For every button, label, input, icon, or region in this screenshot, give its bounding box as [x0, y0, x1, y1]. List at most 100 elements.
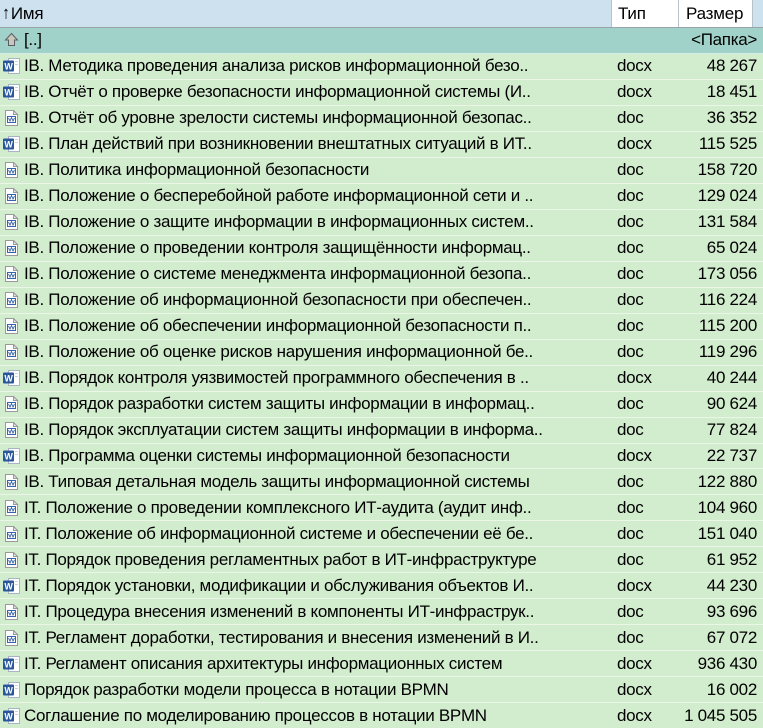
file-type: doc — [617, 290, 644, 310]
word-doc-icon — [3, 525, 20, 542]
column-headers: ↑ Имя Тип Размер — [0, 0, 763, 28]
word-doc-icon — [3, 291, 20, 309]
file-name: IB. Положение об информационной безопасн… — [24, 290, 532, 310]
file-name-cell: W IB. Методика проведения анализа рисков … — [0, 56, 611, 76]
file-row[interactable]: IB. Типовая детальная модель защиты инфо… — [0, 469, 763, 496]
file-row[interactable]: IB. Порядок эксплуатации систем защиты и… — [0, 417, 763, 444]
folder-up-icon — [3, 32, 20, 48]
file-row[interactable]: W Порядок разработки модели процесса в но… — [0, 677, 763, 704]
file-type: doc — [617, 523, 644, 543]
file-row[interactable]: IT. Порядок проведения регламентных рабо… — [0, 547, 763, 574]
word-doc-icon — [3, 213, 20, 231]
word-doc-icon — [3, 265, 20, 283]
word-doc-icon — [3, 187, 20, 205]
column-header-name[interactable]: ↑ Имя — [0, 0, 611, 27]
file-row[interactable]: IT. Положение о проведении комплексного … — [0, 495, 763, 522]
file-row[interactable]: IB. Положение об оценке рисков нарушения… — [0, 339, 763, 366]
file-name: Порядок разработки модели процесса в нот… — [24, 679, 449, 699]
file-name: IT. Порядок проведения регламентных рабо… — [24, 549, 537, 569]
file-name-cell: W IT. Порядок установки, модификации и об… — [0, 576, 611, 596]
svg-text:W: W — [4, 711, 13, 721]
file-size: 936 430 — [697, 653, 758, 673]
file-size: 173 056 — [697, 264, 758, 284]
file-row[interactable]: W IB. План действий при возникновении вне… — [0, 131, 763, 158]
file-row[interactable]: W Соглашение по моделированию процессов в… — [0, 703, 763, 728]
file-name-cell: IT. Регламент доработки, тестирования и … — [0, 628, 611, 648]
column-header-name-label: Имя — [10, 3, 44, 23]
file-name: IB. Положение о проведении контроля защи… — [24, 238, 531, 258]
file-size: 158 720 — [697, 160, 758, 180]
file-name-cell: W IT. Регламент описания архитектуры инфо… — [0, 654, 611, 674]
file-name-cell: W IB. Отчёт о проверке безопасности инфор… — [0, 82, 611, 102]
file-size: 93 696 — [706, 601, 758, 621]
file-name-cell: IB. Положение об обеспечении информацион… — [0, 316, 611, 336]
file-type: doc — [617, 264, 644, 284]
word-doc-icon — [3, 499, 20, 516]
file-name-cell: W IB. Программа оценки системы информацио… — [0, 446, 611, 466]
file-name: IT. Положение о проведении комплексного … — [24, 497, 532, 517]
file-row[interactable]: W IT. Порядок установки, модификации и об… — [0, 573, 763, 600]
file-type: doc — [617, 394, 644, 414]
file-type: docx — [617, 679, 652, 699]
file-row[interactable]: IB. Положение о бесперебойной работе инф… — [0, 183, 763, 210]
file-size: 115 200 — [698, 316, 757, 336]
file-type: docx — [617, 705, 652, 725]
file-row[interactable]: W IB. Порядок контроля уязвимостей програ… — [0, 365, 763, 392]
header-endcap — [752, 0, 763, 27]
file-row[interactable]: W IB. Программа оценки системы информацио… — [0, 443, 763, 470]
file-name: IB. Отчёт о проверке безопасности информ… — [24, 82, 531, 102]
word-doc-icon — [3, 473, 20, 490]
word-docx-icon: W — [3, 681, 20, 698]
file-row[interactable]: W IT. Регламент описания архитектуры инфо… — [0, 651, 763, 678]
file-name-cell: IB. Положение об оценке рисков нарушения… — [0, 342, 611, 362]
column-header-type[interactable]: Тип — [611, 0, 678, 27]
word-docx-icon: W — [3, 577, 20, 594]
file-row[interactable]: IB. Положение о защите информации в инфо… — [0, 209, 763, 236]
file-row[interactable]: IT. Процедура внесения изменений в компо… — [0, 599, 763, 626]
file-name: IB. Порядок разработки систем защиты инф… — [24, 394, 535, 414]
file-name: IB. Отчёт об уровне зрелости системы инф… — [24, 108, 532, 128]
file-name-cell: W IB. Порядок контроля уязвимостей програ… — [0, 368, 611, 388]
svg-text:W: W — [4, 685, 13, 695]
file-row[interactable]: IB. Положение о системе менеджмента инфо… — [0, 261, 763, 288]
file-size: 129 024 — [697, 186, 758, 206]
file-row[interactable]: IB. Политика информационной безопасности… — [0, 157, 763, 184]
file-size: 40 244 — [706, 368, 758, 388]
file-name: IT. Положение об информационной системе … — [24, 523, 534, 543]
file-name: IB. Положение о защите информации в инфо… — [24, 212, 534, 232]
column-header-type-label: Тип — [618, 3, 646, 23]
column-header-size-label: Размер — [686, 3, 744, 23]
file-name: IB. Положение об обеспечении информацион… — [24, 316, 532, 336]
file-row[interactable]: IB. Положение об информационной безопасн… — [0, 287, 763, 314]
word-docx-icon: W — [3, 136, 20, 153]
column-header-size[interactable]: Размер — [678, 0, 752, 27]
file-row[interactable]: W IB. Отчёт о проверке безопасности инфор… — [0, 79, 763, 106]
file-type: docx — [617, 134, 652, 154]
file-row[interactable]: IT. Положение об информационной системе … — [0, 521, 763, 548]
file-row[interactable]: IB. Отчёт об уровне зрелости системы инф… — [0, 105, 763, 132]
file-name-cell: IB. Политика информационной безопасности — [0, 160, 611, 180]
word-docx-icon: W — [3, 655, 20, 672]
svg-text:W: W — [4, 140, 13, 150]
file-name: IT. Порядок установки, модификации и обс… — [24, 575, 534, 595]
file-name-cell: [..] — [0, 30, 611, 50]
file-row[interactable]: IB. Положение о проведении контроля защи… — [0, 235, 763, 262]
file-name: IT. Регламент описания архитектуры инфор… — [24, 653, 503, 673]
file-name-cell: IB. Положение о проведении контроля защи… — [0, 238, 611, 258]
word-doc-icon — [3, 603, 20, 620]
file-row[interactable]: W IB. Методика проведения анализа рисков … — [0, 53, 763, 80]
file-size: 44 230 — [706, 575, 758, 595]
file-row[interactable]: IB. Порядок разработки систем защиты инф… — [0, 391, 763, 418]
word-docx-icon: W — [3, 84, 20, 101]
parent-dir-row[interactable]: [..] <Папка> — [0, 28, 763, 54]
word-docx-icon: W — [3, 447, 20, 464]
file-row[interactable]: IT. Регламент доработки, тестирования и … — [0, 625, 763, 652]
file-size: 115 525 — [698, 134, 757, 154]
file-type: doc — [617, 108, 644, 128]
word-doc-icon — [3, 551, 20, 568]
file-type: doc — [617, 316, 644, 336]
file-name-cell: IT. Положение об информационной системе … — [0, 524, 611, 544]
word-doc-icon — [3, 421, 20, 439]
svg-text:W: W — [4, 373, 13, 383]
file-row[interactable]: IB. Положение об обеспечении информацион… — [0, 313, 763, 340]
